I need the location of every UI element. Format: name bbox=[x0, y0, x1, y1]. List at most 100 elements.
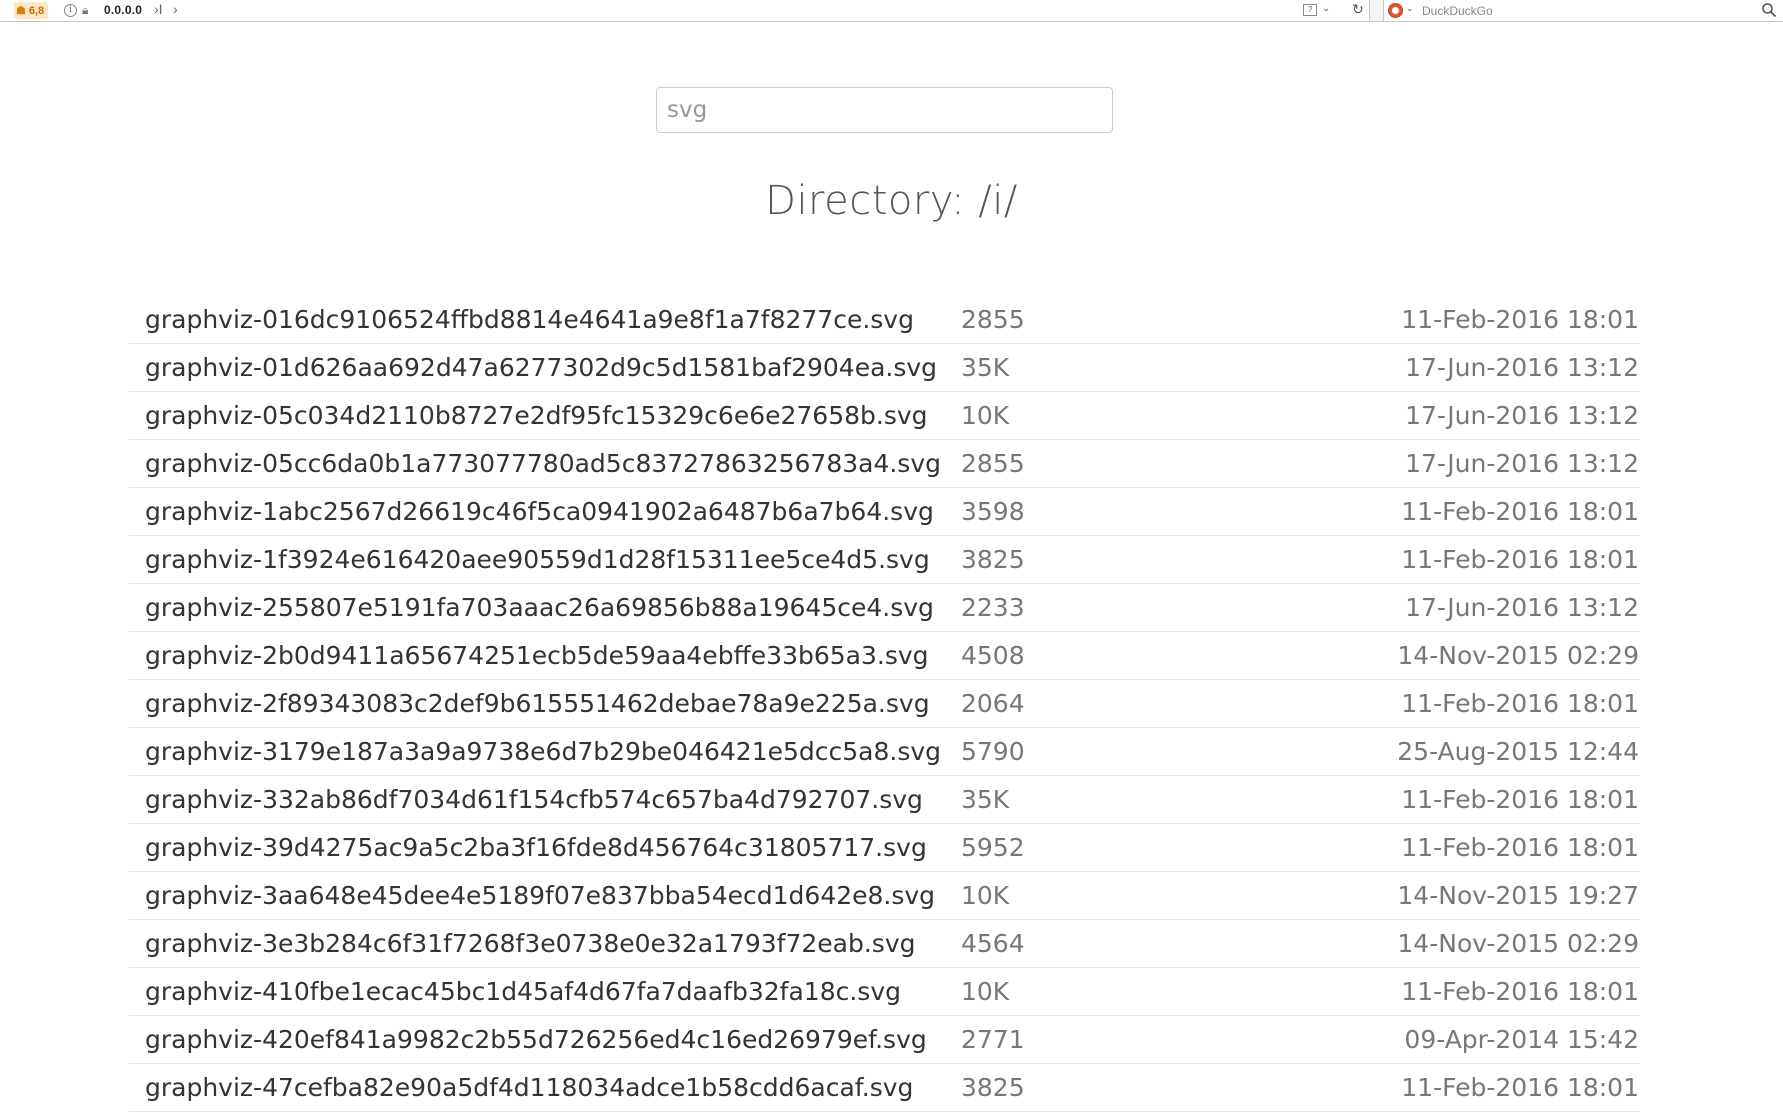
file-link[interactable]: graphviz-2f89343083c2def9b615551462debae… bbox=[145, 689, 930, 718]
file-date: 17-Jun-2016 13:12 bbox=[1261, 583, 1640, 632]
table-row: graphviz-1abc2567d26619c46f5ca0941902a64… bbox=[129, 487, 1640, 536]
file-size: 35K bbox=[960, 343, 1261, 392]
table-row: graphviz-3179e187a3a9a9738e6d7b29be04642… bbox=[129, 727, 1640, 776]
file-date: 17-Jun-2016 13:12 bbox=[1261, 343, 1640, 392]
file-date: 11-Feb-2016 18:01 bbox=[1261, 967, 1640, 1016]
file-date: 11-Feb-2016 18:01 bbox=[1261, 535, 1640, 584]
file-name-cell: graphviz-420ef841a9982c2b55d726256ed4c16… bbox=[129, 1015, 960, 1064]
table-row: graphviz-332ab86df7034d61f154cfb574c657b… bbox=[129, 775, 1640, 824]
table-row: graphviz-2b0d9411a65674251ecb5de59aa4ebf… bbox=[129, 631, 1640, 680]
file-name-cell: graphviz-332ab86df7034d61f154cfb574c657b… bbox=[129, 775, 960, 824]
file-name-cell: graphviz-1f3924e616420aee90559d1d28f1531… bbox=[129, 535, 960, 584]
file-link[interactable]: graphviz-2b0d9411a65674251ecb5de59aa4ebf… bbox=[145, 641, 929, 670]
file-size: 5952 bbox=[960, 823, 1261, 872]
file-name-cell: graphviz-3179e187a3a9a9738e6d7b29be04642… bbox=[129, 727, 960, 776]
file-link[interactable]: graphviz-3e3b284c6f31f7268f3e0738e0e32a1… bbox=[145, 929, 915, 958]
file-size: 4564 bbox=[960, 919, 1261, 968]
file-date: 11-Feb-2016 18:01 bbox=[1261, 679, 1640, 728]
file-size: 35K bbox=[960, 775, 1261, 824]
file-date: 14-Nov-2015 19:27 bbox=[1261, 871, 1640, 920]
file-size: 4508 bbox=[960, 631, 1261, 680]
file-link[interactable]: graphviz-1f3924e616420aee90559d1d28f1531… bbox=[145, 545, 930, 574]
filter-input[interactable] bbox=[656, 87, 1113, 133]
table-row: graphviz-420ef841a9982c2b55d726256ed4c16… bbox=[129, 1015, 1640, 1064]
file-name-cell: graphviz-3aa648e45dee4e5189f07e837bba54e… bbox=[129, 871, 960, 920]
file-link[interactable]: graphviz-47cefba82e90a5df4d118034adce1b5… bbox=[145, 1073, 913, 1102]
file-name-cell: graphviz-016dc9106524ffbd8814e4641a9e8f1… bbox=[129, 296, 960, 344]
forward-arrow-icon[interactable]: › bbox=[173, 1, 178, 17]
ublock-icon: ☗ bbox=[16, 5, 26, 17]
file-date: 17-Jun-2016 13:12 bbox=[1261, 391, 1640, 440]
file-link[interactable]: graphviz-332ab86df7034d61f154cfb574c657b… bbox=[145, 785, 923, 814]
file-date: 09-Apr-2014 15:42 bbox=[1261, 1015, 1640, 1064]
file-size: 2064 bbox=[960, 679, 1261, 728]
file-link[interactable]: graphviz-01d626aa692d47a6277302d9c5d1581… bbox=[145, 353, 937, 382]
magnifier-icon[interactable] bbox=[1761, 2, 1777, 18]
chevron-down-icon[interactable]: ⌄ bbox=[1406, 3, 1414, 14]
file-size: 5790 bbox=[960, 727, 1261, 776]
table-row: graphviz-1f3924e616420aee90559d1d28f1531… bbox=[129, 535, 1640, 584]
table-row: graphviz-05cc6da0b1a773077780ad5c8372786… bbox=[129, 439, 1640, 488]
url-bar[interactable]: ☗ 6,8 i 🔒︎ 0.0.0.0 ›I › ? ⌄ ↻ bbox=[0, 0, 1370, 21]
file-size: 2233 bbox=[960, 583, 1261, 632]
file-link[interactable]: graphviz-410fbe1ecac45bc1d45af4d67fa7daa… bbox=[145, 977, 901, 1006]
ublock-badge[interactable]: ☗ 6,8 bbox=[14, 2, 49, 19]
reload-icon[interactable]: ↻ bbox=[1352, 1, 1364, 18]
file-link[interactable]: graphviz-255807e5191fa703aaac26a69856b88… bbox=[145, 593, 934, 622]
chevron-down-icon[interactable]: ⌄ bbox=[1322, 3, 1330, 14]
file-size: 10K bbox=[960, 391, 1261, 440]
file-name-cell: graphviz-05cc6da0b1a773077780ad5c8372786… bbox=[129, 439, 960, 488]
file-name-cell: graphviz-01d626aa692d47a6277302d9c5d1581… bbox=[129, 343, 960, 392]
table-row: graphviz-255807e5191fa703aaac26a69856b88… bbox=[129, 583, 1640, 632]
file-name-cell: graphviz-410fbe1ecac45bc1d45af4d67fa7daa… bbox=[129, 967, 960, 1016]
file-size: 3598 bbox=[960, 487, 1261, 536]
file-date: 14-Nov-2015 02:29 bbox=[1261, 631, 1640, 680]
file-name-cell: graphviz-1abc2567d26619c46f5ca0941902a64… bbox=[129, 487, 960, 536]
file-date: 25-Aug-2015 12:44 bbox=[1261, 727, 1640, 776]
file-size: 10K bbox=[960, 871, 1261, 920]
file-date: 11-Feb-2016 18:01 bbox=[1261, 1063, 1640, 1112]
lock-icon[interactable]: 🔒︎ bbox=[82, 3, 88, 18]
file-name-cell: graphviz-2f89343083c2def9b615551462debae… bbox=[129, 679, 960, 728]
file-name-cell: graphviz-47cefba82e90a5df4d118034adce1b5… bbox=[129, 1063, 960, 1112]
file-size: 2771 bbox=[960, 1015, 1261, 1064]
table-row: graphviz-3aa648e45dee4e5189f07e837bba54e… bbox=[129, 871, 1640, 920]
file-date: 11-Feb-2016 18:01 bbox=[1261, 296, 1640, 344]
file-link[interactable]: graphviz-05c034d2110b8727e2df95fc15329c6… bbox=[145, 401, 928, 430]
file-link[interactable]: graphviz-016dc9106524ffbd8814e4641a9e8f1… bbox=[145, 305, 914, 334]
file-size: 3825 bbox=[960, 1063, 1261, 1112]
file-date: 11-Feb-2016 18:01 bbox=[1261, 823, 1640, 872]
file-link[interactable]: graphviz-05cc6da0b1a773077780ad5c8372786… bbox=[145, 449, 941, 478]
table-row: graphviz-016dc9106524ffbd8814e4641a9e8f1… bbox=[129, 296, 1640, 344]
table-row: graphviz-39d4275ac9a5c2ba3f16fde8d456764… bbox=[129, 823, 1640, 872]
file-link[interactable]: graphviz-1abc2567d26619c46f5ca0941902a64… bbox=[145, 497, 934, 526]
file-link[interactable]: graphviz-3179e187a3a9a9738e6d7b29be04642… bbox=[145, 737, 941, 766]
file-link[interactable]: graphviz-3aa648e45dee4e5189f07e837bba54e… bbox=[145, 881, 935, 910]
table-row: graphviz-410fbe1ecac45bc1d45af4d67fa7daa… bbox=[129, 967, 1640, 1016]
file-name-cell: graphviz-05c034d2110b8727e2df95fc15329c6… bbox=[129, 391, 960, 440]
info-icon[interactable]: i bbox=[64, 4, 77, 17]
ublock-count: 6,8 bbox=[28, 4, 45, 17]
web-search-placeholder[interactable]: DuckDuckGo bbox=[1422, 4, 1493, 18]
table-row: graphviz-47cefba82e90a5df4d118034adce1b5… bbox=[129, 1063, 1640, 1112]
file-size: 10K bbox=[960, 967, 1261, 1016]
file-date: 17-Jun-2016 13:12 bbox=[1261, 439, 1640, 488]
file-listing: graphviz-016dc9106524ffbd8814e4641a9e8f1… bbox=[129, 296, 1640, 1112]
url-text[interactable]: 0.0.0.0 bbox=[104, 3, 142, 17]
page-title: Directory: /i/ bbox=[765, 178, 1018, 224]
file-size: 2855 bbox=[960, 296, 1261, 344]
reader-view-icon[interactable]: ? bbox=[1303, 4, 1317, 16]
file-name-cell: graphviz-3e3b284c6f31f7268f3e0738e0e32a1… bbox=[129, 919, 960, 968]
file-link[interactable]: graphviz-420ef841a9982c2b55d726256ed4c16… bbox=[145, 1025, 927, 1054]
file-name-cell: graphviz-39d4275ac9a5c2ba3f16fde8d456764… bbox=[129, 823, 960, 872]
file-link[interactable]: graphviz-39d4275ac9a5c2ba3f16fde8d456764… bbox=[145, 833, 927, 862]
file-name-cell: graphviz-2b0d9411a65674251ecb5de59aa4ebf… bbox=[129, 631, 960, 680]
web-search-bar[interactable]: ⌄ DuckDuckGo bbox=[1383, 0, 1783, 21]
file-size: 2855 bbox=[960, 439, 1261, 488]
duckduckgo-icon[interactable] bbox=[1388, 3, 1403, 18]
table-row: graphviz-3e3b284c6f31f7268f3e0738e0e32a1… bbox=[129, 919, 1640, 968]
browser-toolbar: ☗ 6,8 i 🔒︎ 0.0.0.0 ›I › ? ⌄ ↻ ⌄ DuckDuck… bbox=[0, 0, 1783, 22]
file-date: 11-Feb-2016 18:01 bbox=[1261, 775, 1640, 824]
file-name-cell: graphviz-255807e5191fa703aaac26a69856b88… bbox=[129, 583, 960, 632]
table-row: graphviz-05c034d2110b8727e2df95fc15329c6… bbox=[129, 391, 1640, 440]
